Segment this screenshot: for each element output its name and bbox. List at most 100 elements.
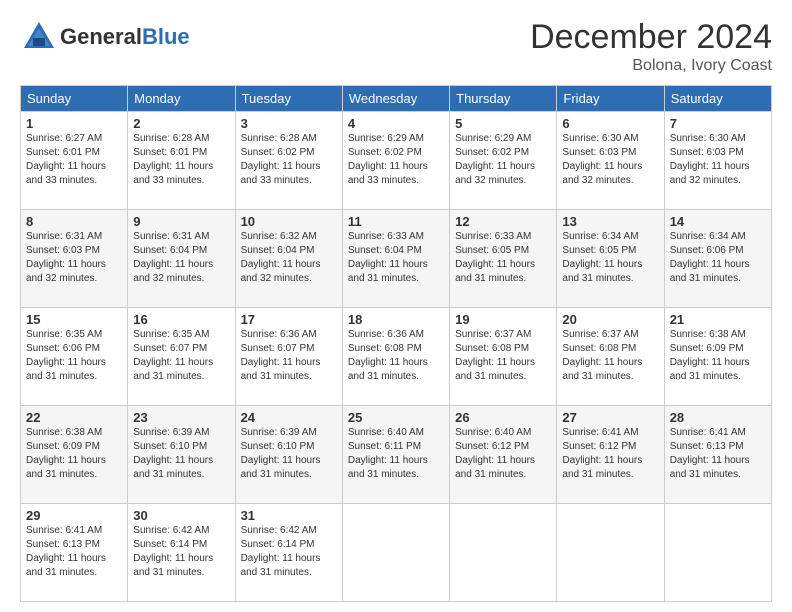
- logo-icon: [20, 18, 58, 56]
- table-row: [450, 504, 557, 602]
- day-info: Sunrise: 6:31 AMSunset: 6:04 PMDaylight:…: [133, 230, 229, 286]
- day-info: Sunrise: 6:35 AMSunset: 6:07 PMDaylight:…: [133, 328, 229, 384]
- day-number: 28: [670, 410, 766, 425]
- day-info: Sunrise: 6:37 AMSunset: 6:08 PMDaylight:…: [455, 328, 551, 384]
- day-info: Sunrise: 6:29 AMSunset: 6:02 PMDaylight:…: [348, 132, 444, 188]
- day-info: Sunrise: 6:37 AMSunset: 6:08 PMDaylight:…: [562, 328, 658, 384]
- day-number: 15: [26, 312, 122, 327]
- day-number: 8: [26, 214, 122, 229]
- table-row: 26Sunrise: 6:40 AMSunset: 6:12 PMDayligh…: [450, 406, 557, 504]
- header: GeneralBlue December 2024 Bolona, Ivory …: [20, 18, 772, 75]
- day-number: 12: [455, 214, 551, 229]
- col-friday: Friday: [557, 86, 664, 112]
- col-thursday: Thursday: [450, 86, 557, 112]
- day-info: Sunrise: 6:36 AMSunset: 6:08 PMDaylight:…: [348, 328, 444, 384]
- day-number: 5: [455, 116, 551, 131]
- table-row: 5Sunrise: 6:29 AMSunset: 6:02 PMDaylight…: [450, 112, 557, 210]
- table-row: 21Sunrise: 6:38 AMSunset: 6:09 PMDayligh…: [664, 308, 771, 406]
- logo-text: GeneralBlue: [60, 25, 190, 49]
- day-number: 4: [348, 116, 444, 131]
- table-row: 31Sunrise: 6:42 AMSunset: 6:14 PMDayligh…: [235, 504, 342, 602]
- day-number: 30: [133, 508, 229, 523]
- table-row: 7Sunrise: 6:30 AMSunset: 6:03 PMDaylight…: [664, 112, 771, 210]
- calendar-week-3: 15Sunrise: 6:35 AMSunset: 6:06 PMDayligh…: [21, 308, 772, 406]
- day-number: 27: [562, 410, 658, 425]
- table-row: 16Sunrise: 6:35 AMSunset: 6:07 PMDayligh…: [128, 308, 235, 406]
- day-number: 2: [133, 116, 229, 131]
- day-number: 10: [241, 214, 337, 229]
- calendar-table: Sunday Monday Tuesday Wednesday Thursday…: [20, 85, 772, 602]
- day-number: 9: [133, 214, 229, 229]
- day-number: 6: [562, 116, 658, 131]
- table-row: 8Sunrise: 6:31 AMSunset: 6:03 PMDaylight…: [21, 210, 128, 308]
- table-row: 29Sunrise: 6:41 AMSunset: 6:13 PMDayligh…: [21, 504, 128, 602]
- day-number: 18: [348, 312, 444, 327]
- table-row: 10Sunrise: 6:32 AMSunset: 6:04 PMDayligh…: [235, 210, 342, 308]
- day-number: 31: [241, 508, 337, 523]
- calendar-week-4: 22Sunrise: 6:38 AMSunset: 6:09 PMDayligh…: [21, 406, 772, 504]
- table-row: 20Sunrise: 6:37 AMSunset: 6:08 PMDayligh…: [557, 308, 664, 406]
- col-monday: Monday: [128, 86, 235, 112]
- day-info: Sunrise: 6:31 AMSunset: 6:03 PMDaylight:…: [26, 230, 122, 286]
- table-row: [342, 504, 449, 602]
- table-row: 1Sunrise: 6:27 AMSunset: 6:01 PMDaylight…: [21, 112, 128, 210]
- day-number: 16: [133, 312, 229, 327]
- day-info: Sunrise: 6:32 AMSunset: 6:04 PMDaylight:…: [241, 230, 337, 286]
- day-number: 1: [26, 116, 122, 131]
- table-row: 11Sunrise: 6:33 AMSunset: 6:04 PMDayligh…: [342, 210, 449, 308]
- table-row: 9Sunrise: 6:31 AMSunset: 6:04 PMDaylight…: [128, 210, 235, 308]
- table-row: 28Sunrise: 6:41 AMSunset: 6:13 PMDayligh…: [664, 406, 771, 504]
- col-sunday: Sunday: [21, 86, 128, 112]
- day-info: Sunrise: 6:40 AMSunset: 6:11 PMDaylight:…: [348, 426, 444, 482]
- table-row: 14Sunrise: 6:34 AMSunset: 6:06 PMDayligh…: [664, 210, 771, 308]
- day-info: Sunrise: 6:41 AMSunset: 6:13 PMDaylight:…: [26, 524, 122, 580]
- day-info: Sunrise: 6:38 AMSunset: 6:09 PMDaylight:…: [670, 328, 766, 384]
- day-number: 29: [26, 508, 122, 523]
- table-row: 25Sunrise: 6:40 AMSunset: 6:11 PMDayligh…: [342, 406, 449, 504]
- day-number: 20: [562, 312, 658, 327]
- day-info: Sunrise: 6:27 AMSunset: 6:01 PMDaylight:…: [26, 132, 122, 188]
- month-title: December 2024: [530, 18, 772, 57]
- title-block: December 2024 Bolona, Ivory Coast: [530, 18, 772, 75]
- day-info: Sunrise: 6:39 AMSunset: 6:10 PMDaylight:…: [133, 426, 229, 482]
- table-row: 22Sunrise: 6:38 AMSunset: 6:09 PMDayligh…: [21, 406, 128, 504]
- table-row: 13Sunrise: 6:34 AMSunset: 6:05 PMDayligh…: [557, 210, 664, 308]
- calendar-header-row: Sunday Monday Tuesday Wednesday Thursday…: [21, 86, 772, 112]
- logo: GeneralBlue: [20, 18, 190, 56]
- day-info: Sunrise: 6:30 AMSunset: 6:03 PMDaylight:…: [562, 132, 658, 188]
- day-info: Sunrise: 6:34 AMSunset: 6:05 PMDaylight:…: [562, 230, 658, 286]
- calendar-week-1: 1Sunrise: 6:27 AMSunset: 6:01 PMDaylight…: [21, 112, 772, 210]
- table-row: [557, 504, 664, 602]
- day-number: 22: [26, 410, 122, 425]
- day-number: 21: [670, 312, 766, 327]
- calendar-week-5: 29Sunrise: 6:41 AMSunset: 6:13 PMDayligh…: [21, 504, 772, 602]
- table-row: 12Sunrise: 6:33 AMSunset: 6:05 PMDayligh…: [450, 210, 557, 308]
- day-info: Sunrise: 6:29 AMSunset: 6:02 PMDaylight:…: [455, 132, 551, 188]
- calendar-week-2: 8Sunrise: 6:31 AMSunset: 6:03 PMDaylight…: [21, 210, 772, 308]
- day-number: 24: [241, 410, 337, 425]
- table-row: 18Sunrise: 6:36 AMSunset: 6:08 PMDayligh…: [342, 308, 449, 406]
- table-row: 3Sunrise: 6:28 AMSunset: 6:02 PMDaylight…: [235, 112, 342, 210]
- day-info: Sunrise: 6:30 AMSunset: 6:03 PMDaylight:…: [670, 132, 766, 188]
- table-row: 19Sunrise: 6:37 AMSunset: 6:08 PMDayligh…: [450, 308, 557, 406]
- table-row: 27Sunrise: 6:41 AMSunset: 6:12 PMDayligh…: [557, 406, 664, 504]
- day-info: Sunrise: 6:28 AMSunset: 6:02 PMDaylight:…: [241, 132, 337, 188]
- day-info: Sunrise: 6:41 AMSunset: 6:12 PMDaylight:…: [562, 426, 658, 482]
- day-number: 7: [670, 116, 766, 131]
- day-info: Sunrise: 6:39 AMSunset: 6:10 PMDaylight:…: [241, 426, 337, 482]
- col-wednesday: Wednesday: [342, 86, 449, 112]
- day-info: Sunrise: 6:28 AMSunset: 6:01 PMDaylight:…: [133, 132, 229, 188]
- table-row: 6Sunrise: 6:30 AMSunset: 6:03 PMDaylight…: [557, 112, 664, 210]
- day-number: 23: [133, 410, 229, 425]
- table-row: 24Sunrise: 6:39 AMSunset: 6:10 PMDayligh…: [235, 406, 342, 504]
- location: Bolona, Ivory Coast: [530, 57, 772, 75]
- day-info: Sunrise: 6:35 AMSunset: 6:06 PMDaylight:…: [26, 328, 122, 384]
- day-info: Sunrise: 6:34 AMSunset: 6:06 PMDaylight:…: [670, 230, 766, 286]
- day-number: 25: [348, 410, 444, 425]
- table-row: [664, 504, 771, 602]
- table-row: 4Sunrise: 6:29 AMSunset: 6:02 PMDaylight…: [342, 112, 449, 210]
- day-number: 19: [455, 312, 551, 327]
- day-number: 11: [348, 214, 444, 229]
- day-number: 26: [455, 410, 551, 425]
- table-row: 23Sunrise: 6:39 AMSunset: 6:10 PMDayligh…: [128, 406, 235, 504]
